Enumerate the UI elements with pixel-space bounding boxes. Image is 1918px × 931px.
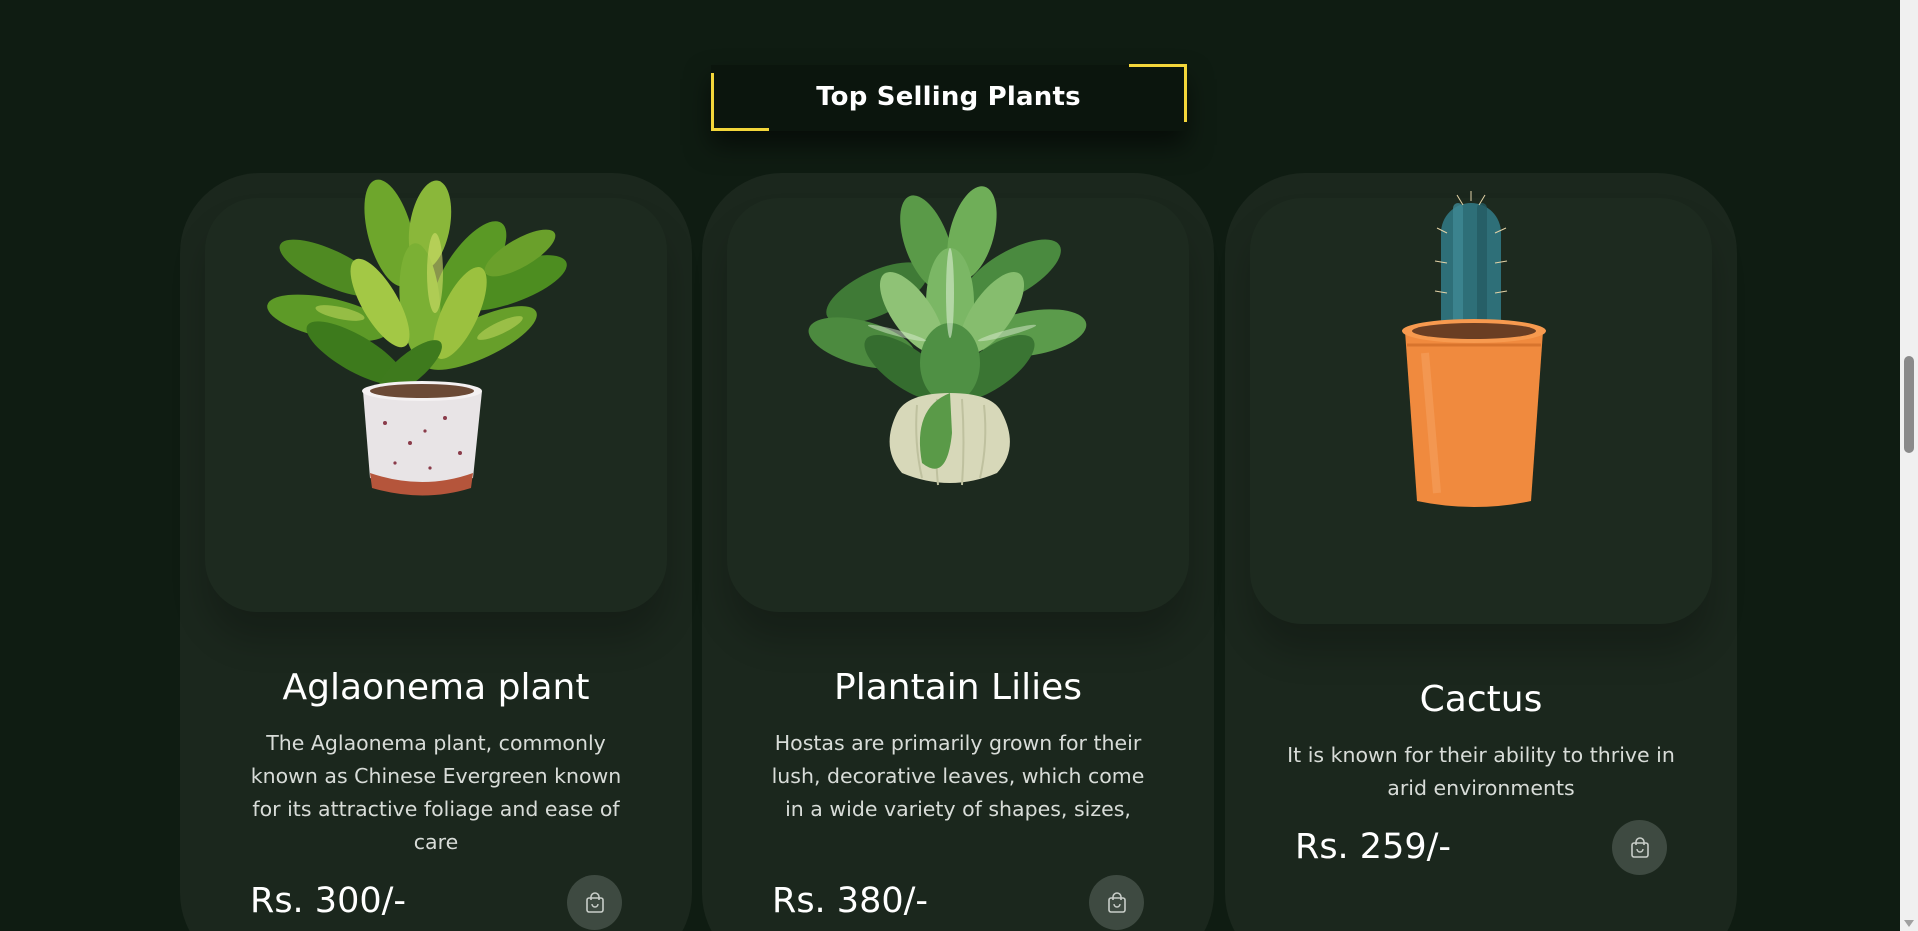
product-description: The Aglaonema plant, commonly known as C… [250,731,622,854]
product-name: Cactus [1419,679,1543,720]
shopping-bag-icon [1107,891,1126,913]
scrollbar-thumb[interactable] [1904,356,1914,453]
add-to-cart-button[interactable] [567,875,622,930]
product-price: Rs. 300/- [250,881,407,921]
product-name: Aglaonema plant [282,667,590,708]
product-card-cactus: Cactus It is known for their ability to … [1225,173,1737,931]
product-card-plantain-lilies: Plantain Lilies Hostas are primarily gro… [702,173,1214,931]
shopping-bag-icon [1630,836,1649,858]
scroll-down-arrow-icon[interactable] [1904,920,1914,927]
shopping-bag-icon [585,891,604,913]
product-description: Hostas are primarily grown for their lus… [771,731,1145,821]
product-description: It is known for their ability to thrive … [1287,743,1675,800]
add-to-cart-button[interactable] [1612,820,1667,875]
aglaonema-plant-image [267,179,567,496]
product-price: Rs. 259/- [1295,827,1452,867]
hosta-plant-image [808,186,1087,486]
section-title-box: Top Selling Plants [711,64,1187,131]
vertical-scrollbar[interactable] [1900,0,1918,931]
product-name: Plantain Lilies [834,667,1082,708]
page: Top Selling Plants Aglaonema plant The A… [0,0,1918,931]
section-title: Top Selling Plants [816,82,1081,112]
product-price: Rs. 380/- [772,881,929,921]
product-card-aglaonema: Aglaonema plant The Aglaonema plant, com… [180,173,692,931]
cactus-plant-image [1402,191,1546,507]
add-to-cart-button[interactable] [1089,875,1144,930]
